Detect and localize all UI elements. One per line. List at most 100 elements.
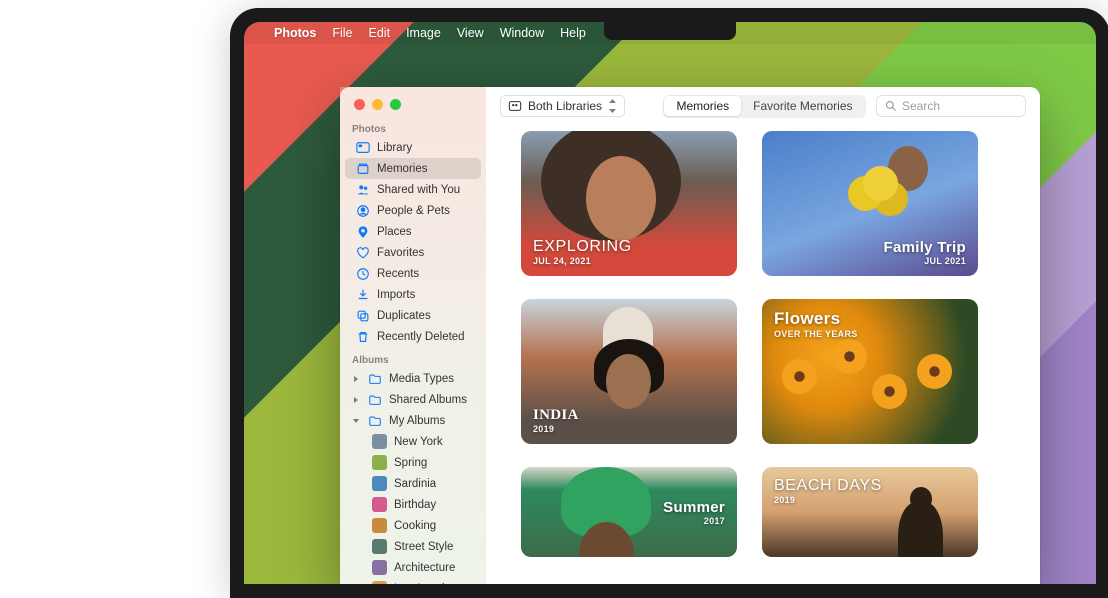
sidebar-item-label: Spring xyxy=(394,457,427,469)
memory-card-family-trip[interactable]: Family Trip JUL 2021 xyxy=(762,131,978,276)
sidebar-item-label: People & Pets xyxy=(377,205,450,217)
sidebar-item-label: Library xyxy=(377,142,412,154)
sidebar-item-memories[interactable]: Memories xyxy=(345,158,481,179)
sidebar-group-media-types[interactable]: Media Types xyxy=(345,368,481,389)
memory-card-flowers[interactable]: Flowers OVER THE YEARS xyxy=(762,299,978,444)
minimize-button[interactable] xyxy=(372,99,383,110)
display-notch xyxy=(604,22,736,40)
sidebar-album-los-angeles[interactable]: Los Angeles xyxy=(345,578,481,584)
search-icon xyxy=(885,100,897,112)
memory-card-beach-days[interactable]: BEACH DAYS 2019 xyxy=(762,467,978,557)
memory-subtitle: 2019 xyxy=(533,424,725,434)
photo-element xyxy=(872,374,907,409)
sidebar-album-architecture[interactable]: Architecture xyxy=(345,557,481,578)
memory-card-india[interactable]: INDIA 2019 xyxy=(521,299,737,444)
sidebar-album-street-style[interactable]: Street Style xyxy=(345,536,481,557)
sidebar-item-favorites[interactable]: Favorites xyxy=(345,242,481,263)
album-thumbnail xyxy=(372,455,387,470)
chevron-right-icon xyxy=(352,396,360,404)
segment-favorite-memories[interactable]: Favorite Memories xyxy=(741,96,864,116)
memories-grid-area: EXPLORING JUL 24, 2021 Family Trip JUL 2… xyxy=(486,125,1040,584)
sidebar-item-label: Los Angeles xyxy=(394,583,457,585)
album-thumbnail xyxy=(372,434,387,449)
sidebar-album-birthday[interactable]: Birthday xyxy=(345,494,481,515)
menubar-item-file[interactable]: File xyxy=(332,26,352,40)
photo-element xyxy=(782,359,817,394)
sidebar-item-label: Shared with You xyxy=(377,184,460,196)
fullscreen-button[interactable] xyxy=(390,99,401,110)
sidebar-item-label: Favorites xyxy=(377,247,424,259)
memory-card-summer[interactable]: Summer 2017 xyxy=(521,467,737,557)
library-selector-label: Both Libraries xyxy=(528,99,602,113)
sidebar-item-label: Recently Deleted xyxy=(377,331,465,343)
memory-subtitle: OVER THE YEARS xyxy=(774,329,966,339)
sidebar-album-spring[interactable]: Spring xyxy=(345,452,481,473)
sidebar-item-people-pets[interactable]: People & Pets xyxy=(345,200,481,221)
sidebar-item-library[interactable]: Library xyxy=(345,137,481,158)
updown-chevron-icon xyxy=(608,99,617,113)
sidebar-item-label: Shared Albums xyxy=(389,394,467,406)
sidebar-section-photos: Photos xyxy=(340,116,486,137)
photo-element xyxy=(832,339,867,374)
photos-window: Photos Library Memories Shared with You … xyxy=(340,87,1040,584)
memory-subtitle: JUL 24, 2021 xyxy=(533,256,725,266)
shared-library-icon xyxy=(508,99,522,113)
sidebar-item-label: Imports xyxy=(377,289,415,301)
sidebar-item-duplicates[interactable]: Duplicates xyxy=(345,305,481,326)
sidebar-item-places[interactable]: Places xyxy=(345,221,481,242)
search-input[interactable]: Search xyxy=(876,95,1026,117)
shared-icon xyxy=(355,182,370,197)
sidebar-item-label: Duplicates xyxy=(377,310,431,322)
sidebar: Photos Library Memories Shared with You … xyxy=(340,87,486,584)
sidebar-item-label: Recents xyxy=(377,268,419,280)
memory-subtitle: 2019 xyxy=(774,495,966,505)
photo-library-icon xyxy=(355,140,370,155)
photo-element xyxy=(586,156,656,241)
sidebar-item-shared-with-you[interactable]: Shared with You xyxy=(345,179,481,200)
menubar-item-view[interactable]: View xyxy=(457,26,484,40)
sidebar-item-label: New York xyxy=(394,436,443,448)
menubar-item-edit[interactable]: Edit xyxy=(369,26,391,40)
heart-icon xyxy=(355,245,370,260)
folder-icon xyxy=(367,371,382,386)
memory-subtitle: 2017 xyxy=(704,516,725,526)
memory-title: Family Trip xyxy=(884,239,967,256)
import-icon xyxy=(355,287,370,302)
toolbar: Both Libraries Memories Favorite Memorie… xyxy=(486,87,1040,125)
memory-card-exploring[interactable]: EXPLORING JUL 24, 2021 xyxy=(521,131,737,276)
content-area: Both Libraries Memories Favorite Memorie… xyxy=(486,87,1040,584)
close-button[interactable] xyxy=(354,99,365,110)
album-thumbnail xyxy=(372,539,387,554)
menubar-item-help[interactable]: Help xyxy=(560,26,586,40)
memory-title: EXPLORING xyxy=(533,238,725,256)
sidebar-item-label: Memories xyxy=(377,163,427,175)
menubar-item-window[interactable]: Window xyxy=(500,26,544,40)
album-thumbnail xyxy=(372,581,387,584)
memory-subtitle: JUL 2021 xyxy=(924,256,966,266)
sidebar-item-label: Architecture xyxy=(394,562,455,574)
sidebar-item-recents[interactable]: Recents xyxy=(345,263,481,284)
menubar-app-name[interactable]: Photos xyxy=(274,26,316,40)
sidebar-item-imports[interactable]: Imports xyxy=(345,284,481,305)
sidebar-album-sardinia[interactable]: Sardinia xyxy=(345,473,481,494)
sidebar-album-cooking[interactable]: Cooking xyxy=(345,515,481,536)
photo-element xyxy=(917,354,952,389)
sidebar-album-new-york[interactable]: New York xyxy=(345,431,481,452)
sidebar-item-label: Media Types xyxy=(389,373,454,385)
traffic-lights xyxy=(340,87,486,116)
album-thumbnail xyxy=(372,476,387,491)
memory-title: INDIA xyxy=(533,407,725,424)
library-selector[interactable]: Both Libraries xyxy=(500,95,625,117)
segment-memories[interactable]: Memories xyxy=(664,96,741,116)
search-placeholder: Search xyxy=(902,99,940,113)
menubar-item-image[interactable]: Image xyxy=(406,26,441,40)
photo-element xyxy=(898,502,943,557)
sidebar-group-my-albums[interactable]: My Albums xyxy=(345,410,481,431)
album-thumbnail xyxy=(372,560,387,575)
view-segmented-control: Memories Favorite Memories xyxy=(663,95,866,118)
sidebar-item-recently-deleted[interactable]: Recently Deleted xyxy=(345,326,481,347)
trash-icon xyxy=(355,329,370,344)
sidebar-group-shared-albums[interactable]: Shared Albums xyxy=(345,389,481,410)
photo-element xyxy=(606,354,651,409)
desktop: Photos File Edit Image View Window Help … xyxy=(244,22,1096,584)
